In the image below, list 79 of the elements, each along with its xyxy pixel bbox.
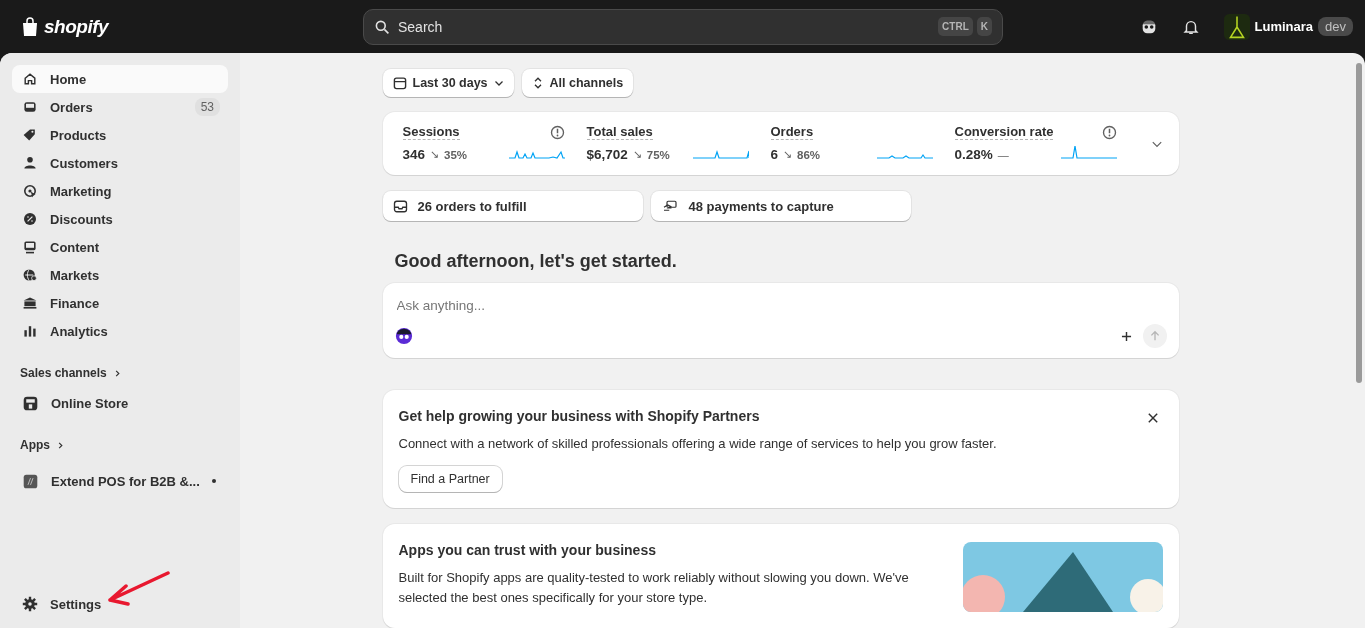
nav-item[interactable]: Customers [12, 149, 228, 177]
greeting-heading: Good afternoon, let's get started. [394, 251, 678, 272]
nav-item[interactable]: Discounts [12, 205, 228, 233]
card-title: Apps you can trust with your business [398, 542, 657, 558]
keyboard-key: CTRL [938, 17, 973, 36]
plus-icon [1119, 329, 1133, 343]
metric-value: 6 [770, 147, 778, 162]
task-button[interactable]: 48 payments to capture [650, 191, 911, 221]
scrollbar[interactable] [1356, 63, 1362, 383]
nav-item[interactable]: Products [12, 121, 228, 149]
annotation-arrow [106, 570, 170, 606]
nav-item[interactable]: Content [12, 233, 228, 261]
partner-button[interactable]: Find a Partner [398, 466, 502, 492]
trend-indicator: ↘ [632, 148, 642, 161]
shopping-bag-icon [20, 15, 40, 38]
card-text: Connect with a network of skilled professionals offering a wide range of services to help you grow faster. [398, 435, 998, 453]
nav-item[interactable]: Finance [12, 289, 228, 317]
gear-icon [22, 596, 38, 612]
store-badge: dev [1318, 17, 1353, 36]
target-icon [22, 183, 38, 199]
search-icon [374, 18, 390, 35]
nav-item[interactable]: Home [12, 65, 228, 93]
sparkline-chart [1060, 146, 1117, 159]
monitor-icon [22, 239, 38, 255]
triangle-logo-icon [1223, 13, 1250, 40]
metric-label[interactable]: Orders [770, 124, 814, 140]
trend-indicator: — [997, 148, 1009, 161]
metric-label[interactable]: Conversion rate [954, 124, 1054, 140]
card-title: Get help growing your business with Shopify Partners [398, 408, 761, 424]
arrow-up-icon [1148, 330, 1161, 342]
inbox-icon [392, 198, 408, 214]
bank-icon [22, 295, 38, 311]
store-switcher[interactable]: Luminara dev [1223, 13, 1353, 40]
send-button[interactable] [1142, 324, 1167, 348]
search-bar[interactable]: Search CTRL K [363, 8, 1003, 45]
filter-button[interactable]: Last 30 days [382, 69, 514, 97]
chevron-down-icon [493, 78, 504, 88]
bar-chart-icon [22, 323, 38, 339]
filter-button[interactable]: All channels [521, 69, 634, 97]
metric-label[interactable]: Sessions [402, 124, 460, 140]
metric-value: 0.28% [954, 147, 993, 162]
section-link[interactable]: Apps [12, 433, 228, 457]
assistant-avatar-icon [394, 327, 413, 345]
metric-value: 346 [402, 147, 426, 162]
nav-item[interactable]: Marketing [12, 177, 228, 205]
nav-item[interactable]: Markets [12, 261, 228, 289]
inbox-icon [22, 99, 38, 115]
store-name: Luminara [1254, 19, 1314, 34]
section-link[interactable]: Sales channels [12, 361, 228, 385]
nav-item[interactable]: Online Store [12, 389, 228, 417]
shopify-logo[interactable]: shopify [20, 15, 363, 38]
badge-percent-icon [22, 211, 38, 227]
close-icon [1146, 412, 1159, 424]
tag-icon [22, 127, 38, 143]
nav-item[interactable]: Settings [12, 590, 228, 618]
search-field[interactable]: Search [396, 17, 933, 36]
sparkline-chart [876, 153, 933, 159]
metric-change: 75% [646, 148, 670, 161]
person-icon [22, 155, 38, 171]
nav-item[interactable]: Orders 53 [12, 93, 228, 121]
nav-item[interactable]: Analytics [12, 317, 228, 345]
sparkline-chart [508, 150, 565, 159]
trend-indicator: ↘ [430, 148, 440, 161]
metric-change: 35% [444, 148, 468, 161]
keyboard-key: K [976, 17, 992, 36]
globe-icon [22, 267, 38, 283]
count-badge: 53 [194, 98, 220, 116]
app-tile-icon [22, 472, 39, 490]
metric-value: $6,702 [586, 147, 628, 162]
trend-indicator: ↘ [783, 148, 792, 161]
home-icon [22, 71, 38, 87]
card-text: Built for Shopify apps are quality-tested to work reliably without slowing you down. We've selected the best ones specifically for your store type. [398, 569, 910, 607]
metric-label[interactable]: Total sales [586, 124, 653, 140]
metric-change: 86% [797, 148, 821, 161]
calendar-icon [392, 76, 407, 90]
nav-item[interactable]: Extend POS for B2B &... [12, 467, 228, 495]
sparkline-chart [692, 150, 749, 159]
chevron-right-icon [56, 440, 65, 450]
task-button[interactable]: 26 orders to fulfill [382, 191, 643, 221]
